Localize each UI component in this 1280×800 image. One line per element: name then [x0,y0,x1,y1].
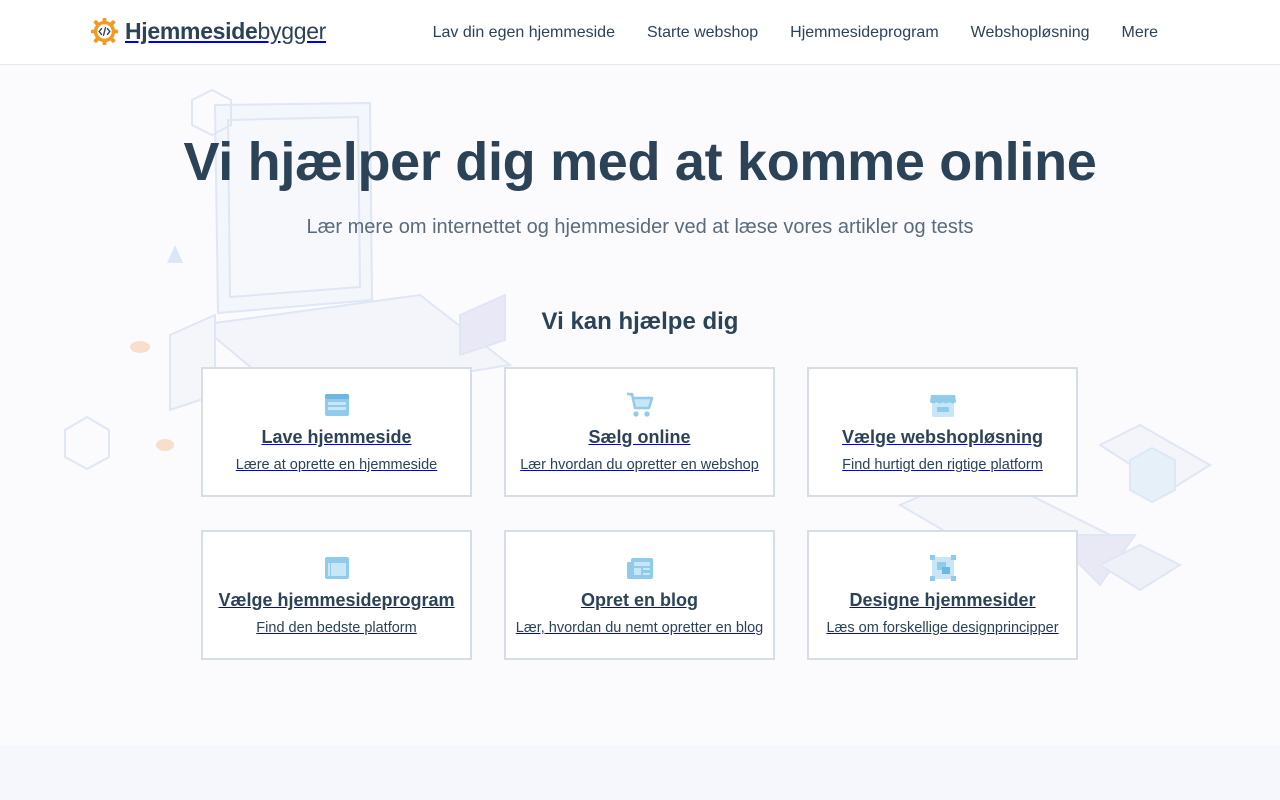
hero-subtitle: Lær mere om internettet og hjemmesider v… [306,216,974,238]
card-description: Find den bedste platform [256,620,417,636]
card-title: Opret en blog [581,590,698,610]
card-title: Lave hjemmeside [261,427,412,447]
card-lave-hjemmeside[interactable]: Lave hjemmeside Lære at oprette en hjemm… [201,367,472,497]
shopping-cart-icon [626,392,653,417]
card-title: Vælge webshopløsning [841,427,1043,447]
card-title: Vælge hjemmesideprogram [218,590,455,610]
newspaper-icon [626,558,653,579]
main-nav: Lav din egen hjemmeside Starte webshop H… [433,0,1158,65]
nav-starte-webshop[interactable]: Starte webshop [647,24,758,42]
nav-webshoploesning[interactable]: Webshopløsning [971,24,1090,42]
help-cards: Lave hjemmeside Lære at oprette en hjemm… [201,367,1079,660]
nav-hjemmesideprogram[interactable]: Hjemmesideprogram [790,24,939,42]
card-description: Lær hvordan du opretter en webshop [520,457,759,473]
card-saelg-online[interactable]: Sælg online Lær hvordan du opretter en w… [504,367,775,497]
layout-icon [324,557,349,579]
nav-lav-din-egen-hjemmeside[interactable]: Lav din egen hjemmeside [433,24,615,42]
card-title: Designe hjemmesider [849,590,1036,610]
footer-band [0,745,1280,800]
card-vaelge-hjemmesideprogram[interactable]: Vælge hjemmesideprogram Find den bedste … [201,530,472,660]
site-header: Hjemmesidebygger Lav din egen hjemmeside… [0,0,1280,65]
storefront-icon [929,395,956,417]
card-opret-en-blog[interactable]: Opret en blog Lær, hvordan du nemt opret… [504,530,775,660]
nav-mere[interactable]: Mere [1122,24,1158,42]
site-logo[interactable]: Hjemmesidebygger [90,16,326,46]
section-title: Vi kan hjælpe dig [541,308,739,335]
design-frame-icon [929,555,956,581]
card-designe-hjemmesider[interactable]: Designe hjemmesider Læs om forskellige d… [807,530,1078,660]
card-description: Lære at oprette en hjemmeside [235,457,438,473]
hero-title: Vi hjælper dig med at komme online [183,132,1097,192]
card-title: Sælg online [588,427,691,447]
gear-code-icon [90,17,119,45]
browser-window-icon [324,394,349,416]
card-vaelge-webshoploesning[interactable]: Vælge webshopløsning Find hurtigt den ri… [807,367,1078,497]
card-description: Lær, hvordan du nemt opretter en blog [515,620,764,636]
card-description: Find hurtigt den rigtige platform [842,457,1043,473]
card-description: Læs om forskellige designprincipper [826,620,1059,636]
logo-wordmark: Hjemmesidebygger [125,17,327,44]
